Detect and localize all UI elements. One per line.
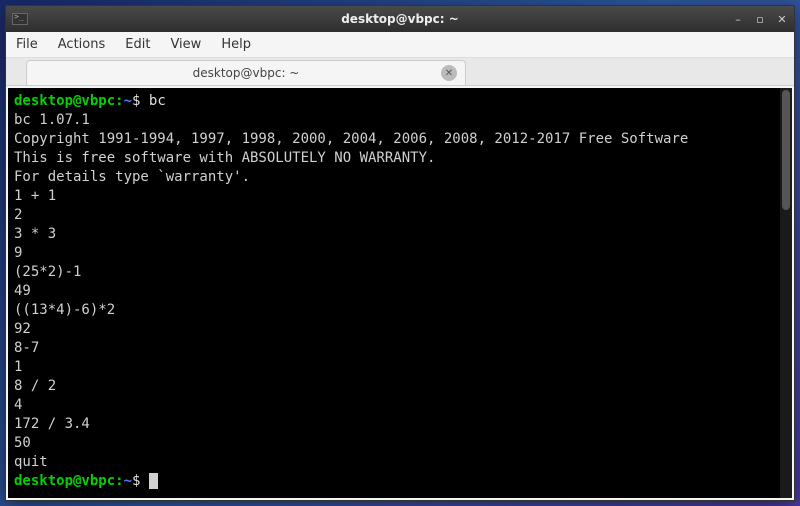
window-controls: – ▫ ✕ <box>732 13 788 25</box>
tab-terminal[interactable]: desktop@vbpc: ~ ✕ <box>26 60 466 85</box>
menu-help[interactable]: Help <box>221 37 251 52</box>
tabbar: desktop@vbpc: ~ ✕ <box>6 58 794 86</box>
scrollbar-thumb[interactable] <box>782 90 790 210</box>
bc-output: 2 <box>14 206 786 225</box>
terminal-window: desktop@vbpc: ~ – ▫ ✕ File Actions Edit … <box>5 5 795 501</box>
menubar: File Actions Edit View Help <box>6 32 794 58</box>
output-line: Copyright 1991-1994, 1997, 1998, 2000, 2… <box>14 130 786 149</box>
prompt-user-host: desktop@vbpc <box>14 473 115 489</box>
prompt-path: ~ <box>124 473 132 489</box>
bc-output: 50 <box>14 434 786 453</box>
terminal-app-icon <box>12 13 28 25</box>
tab-title: desktop@vbpc: ~ <box>193 66 300 80</box>
menu-file[interactable]: File <box>16 37 38 52</box>
prompt-line: desktop@vbpc:~$ <box>14 472 786 491</box>
bc-input: 8 / 2 <box>14 377 786 396</box>
bc-input: 1 + 1 <box>14 187 786 206</box>
bc-output: 92 <box>14 320 786 339</box>
bc-input: quit <box>14 453 786 472</box>
bc-input: 3 * 3 <box>14 225 786 244</box>
output-line: For details type `warranty'. <box>14 168 786 187</box>
close-button[interactable]: ✕ <box>776 13 788 25</box>
output-line: This is free software with ABSOLUTELY NO… <box>14 149 786 168</box>
bc-output: 4 <box>14 396 786 415</box>
prompt-line: desktop@vbpc:~$ bc <box>14 92 786 111</box>
titlebar[interactable]: desktop@vbpc: ~ – ▫ ✕ <box>6 6 794 32</box>
bc-output: 49 <box>14 282 786 301</box>
maximize-button[interactable]: ▫ <box>754 13 766 25</box>
output-line: bc 1.07.1 <box>14 111 786 130</box>
bc-input: 8-7 <box>14 339 786 358</box>
bc-output: 1 <box>14 358 786 377</box>
prompt-user-host: desktop@vbpc <box>14 93 115 109</box>
menu-actions[interactable]: Actions <box>58 37 106 52</box>
prompt-dollar: $ <box>132 473 149 489</box>
prompt-path: ~ <box>124 93 132 109</box>
menu-view[interactable]: View <box>170 37 201 52</box>
bc-output: 9 <box>14 244 786 263</box>
bc-input: 172 / 3.4 <box>14 415 786 434</box>
prompt-dollar: $ <box>132 93 149 109</box>
bc-input: (25*2)-1 <box>14 263 786 282</box>
minimize-button[interactable]: – <box>732 13 744 25</box>
command-input: bc <box>149 93 166 109</box>
terminal-body[interactable]: desktop@vbpc:~$ bc bc 1.07.1 Copyright 1… <box>8 88 792 498</box>
window-title: desktop@vbpc: ~ <box>341 12 459 26</box>
menu-edit[interactable]: Edit <box>125 37 150 52</box>
cursor <box>149 473 158 489</box>
bc-input: ((13*4)-6)*2 <box>14 301 786 320</box>
tab-close-icon[interactable]: ✕ <box>441 65 457 81</box>
scrollbar[interactable] <box>780 88 792 498</box>
